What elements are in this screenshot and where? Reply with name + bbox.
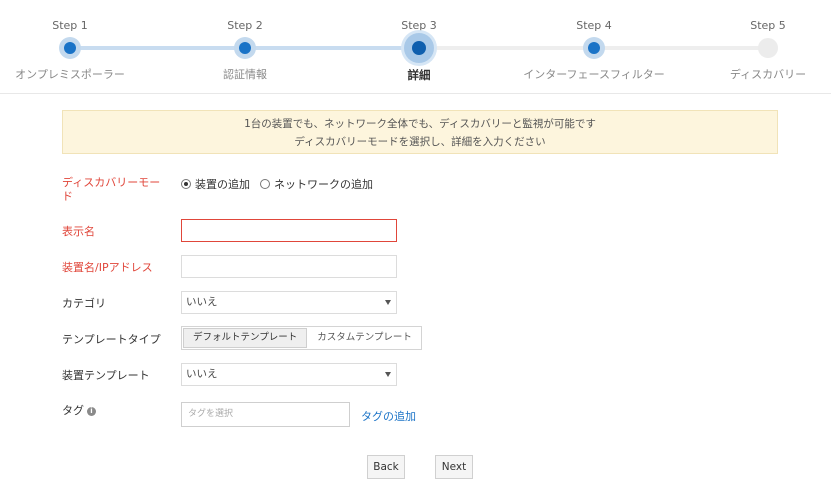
back-button[interactable]: Back (367, 455, 405, 479)
info-icon[interactable]: i (87, 406, 96, 416)
discovery-mode-label: ディスカバリーモード (62, 176, 161, 203)
device-template-selected-value: いいえ (186, 368, 218, 380)
category-select[interactable]: いいえ (181, 291, 397, 314)
tag-label-row: タグ i (62, 404, 172, 418)
device-template-select[interactable]: いいえ (181, 363, 397, 386)
template-type-toggle: デフォルトテンプレート カスタムテンプレート (181, 326, 422, 350)
display-name-input[interactable] (181, 219, 397, 242)
template-type-label: テンプレートタイプ (62, 333, 161, 346)
wizard-stepper: Step 1 オンプレミスポーラー Step 2 認証情報 Step 3 詳細 … (0, 0, 831, 94)
radio-add-device[interactable] (181, 179, 191, 189)
step-name: 認証情報 (223, 68, 267, 81)
category-selected-value: いいえ (186, 296, 218, 308)
notice-line-2: ディスカバリーモードを選択し、詳細を入力ください (294, 136, 546, 148)
chevron-down-icon (385, 300, 391, 305)
step-dot-current-icon (404, 33, 434, 63)
default-template-option[interactable]: デフォルトテンプレート (183, 328, 308, 348)
device-template-label: 装置テンプレート (62, 369, 150, 382)
custom-template-option[interactable]: カスタムテンプレート (308, 327, 421, 349)
radio-add-network[interactable] (260, 179, 270, 189)
radio-add-network-label[interactable]: ネットワークの追加 (274, 176, 373, 192)
step-dot-icon (234, 37, 256, 59)
device-name-input[interactable] (181, 255, 397, 278)
discovery-mode-radio-group: 装置の追加 ネットワークの追加 (181, 176, 383, 192)
notice-line-1: 1台の装置でも、ネットワーク全体でも、ディスカバリーと監視が可能です (244, 118, 596, 130)
step-name: オンプレミスポーラー (15, 68, 125, 81)
step-number: Step 3 (401, 19, 437, 32)
step-number: Step 1 (52, 19, 88, 32)
step-dot-pending-icon (758, 38, 778, 58)
radio-add-device-label[interactable]: 装置の追加 (195, 176, 250, 192)
tag-select-input[interactable]: タグを選択 (181, 402, 350, 427)
step-dot-icon (59, 37, 81, 59)
step-dot-icon (583, 37, 605, 59)
step-name: 詳細 (407, 68, 431, 82)
step-name: ディスカバリー (729, 68, 807, 81)
display-name-label: 表示名 (62, 225, 95, 238)
chevron-down-icon (385, 372, 391, 377)
next-button[interactable]: Next (435, 455, 473, 479)
info-notice: 1台の装置でも、ネットワーク全体でも、ディスカバリーと監視が可能です ディスカバ… (62, 110, 778, 154)
step-number: Step 2 (227, 19, 263, 32)
step-number: Step 4 (576, 19, 612, 32)
add-tag-link[interactable]: タグの追加 (361, 408, 416, 424)
step-number: Step 5 (750, 19, 786, 32)
step-name: インターフェースフィルター (523, 68, 665, 81)
tag-label: タグ (62, 404, 84, 417)
device-name-label: 装置名/IPアドレス (62, 261, 153, 274)
category-label: カテゴリ (62, 297, 106, 310)
